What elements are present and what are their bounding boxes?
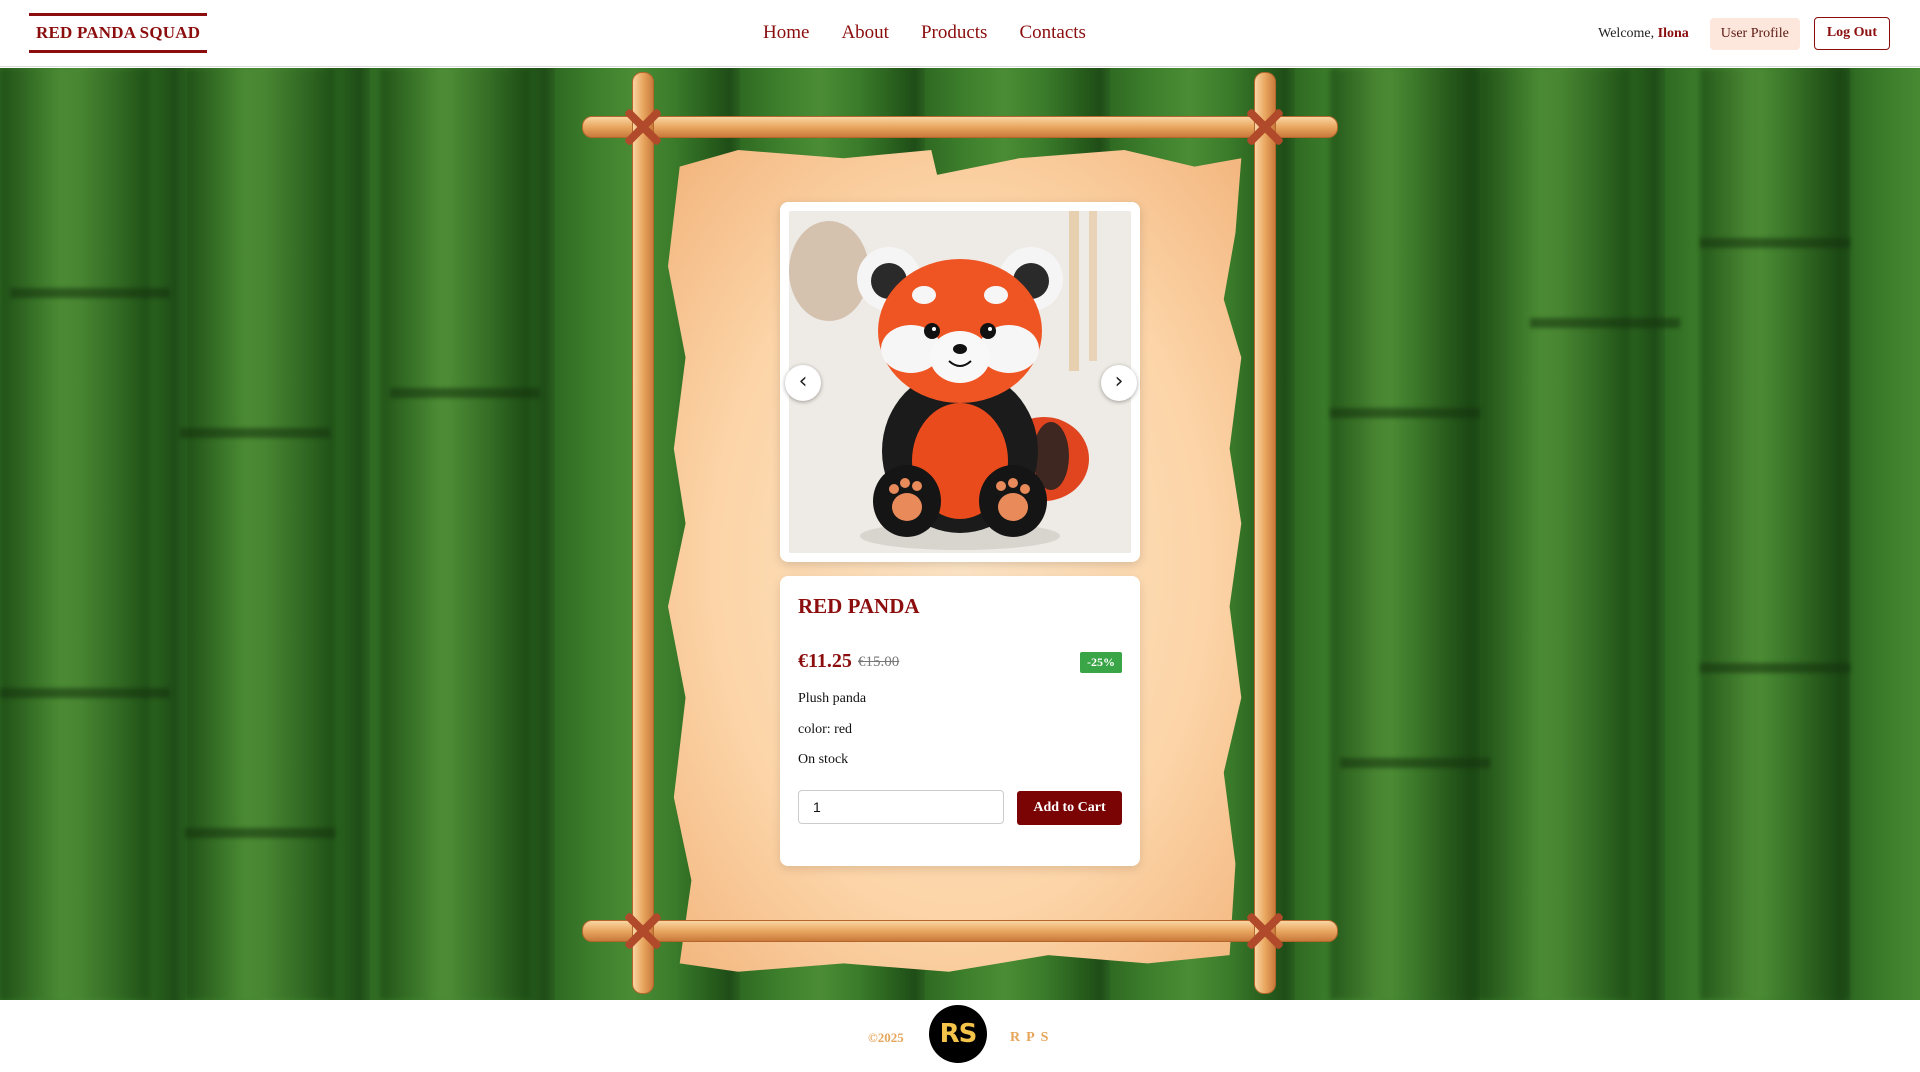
username: Ilona xyxy=(1657,25,1689,41)
product-price: €11.25 xyxy=(798,650,852,672)
product-description: Plush panda xyxy=(798,691,867,706)
product-info-card: RED PANDA €11.25 €15.00 -25% Plush panda… xyxy=(780,576,1140,866)
user-profile-button[interactable]: User Profile xyxy=(1709,17,1800,50)
site-footer: ©2025 RS RPS xyxy=(0,1000,1920,1072)
nav-products[interactable]: Products xyxy=(921,20,988,46)
main-nav: Home About Products Contacts xyxy=(763,20,1118,46)
rs-school-logo[interactable]: RS xyxy=(929,1005,987,1063)
product-image-card: ‹ › xyxy=(780,202,1140,562)
nav-home[interactable]: Home xyxy=(763,20,809,46)
user-area: Welcome, Ilona User Profile Log Out xyxy=(1598,17,1890,50)
welcome-text: Welcome, Ilona xyxy=(1598,26,1689,42)
stock-status: On stock xyxy=(798,752,849,767)
product-color: color: red xyxy=(798,722,853,737)
logout-button[interactable]: Log Out xyxy=(1813,17,1890,50)
product-image xyxy=(789,211,1131,553)
carousel-next-button[interactable]: › xyxy=(1101,365,1137,401)
footer-brand: RPS xyxy=(1010,1030,1055,1045)
site-logo[interactable]: RED PANDA SQUAD xyxy=(29,13,208,53)
red-panda-plush-image xyxy=(789,211,1131,553)
nav-about[interactable]: About xyxy=(841,20,889,46)
product-old-price: €15.00 xyxy=(858,654,900,670)
welcome-prefix: Welcome, xyxy=(1598,25,1655,41)
site-header: RED PANDA SQUAD Home About Products Cont… xyxy=(0,0,1920,67)
carousel-prev-button[interactable]: ‹ xyxy=(785,365,821,401)
quantity-input[interactable]: 1 xyxy=(798,790,1004,824)
footer-year: ©2025 xyxy=(868,1030,904,1045)
nav-contacts[interactable]: Contacts xyxy=(1019,20,1086,46)
discount-badge: -25% xyxy=(1080,652,1122,673)
add-to-cart-button[interactable]: Add to Cart xyxy=(1017,791,1122,825)
product-title: RED PANDA xyxy=(798,594,920,618)
